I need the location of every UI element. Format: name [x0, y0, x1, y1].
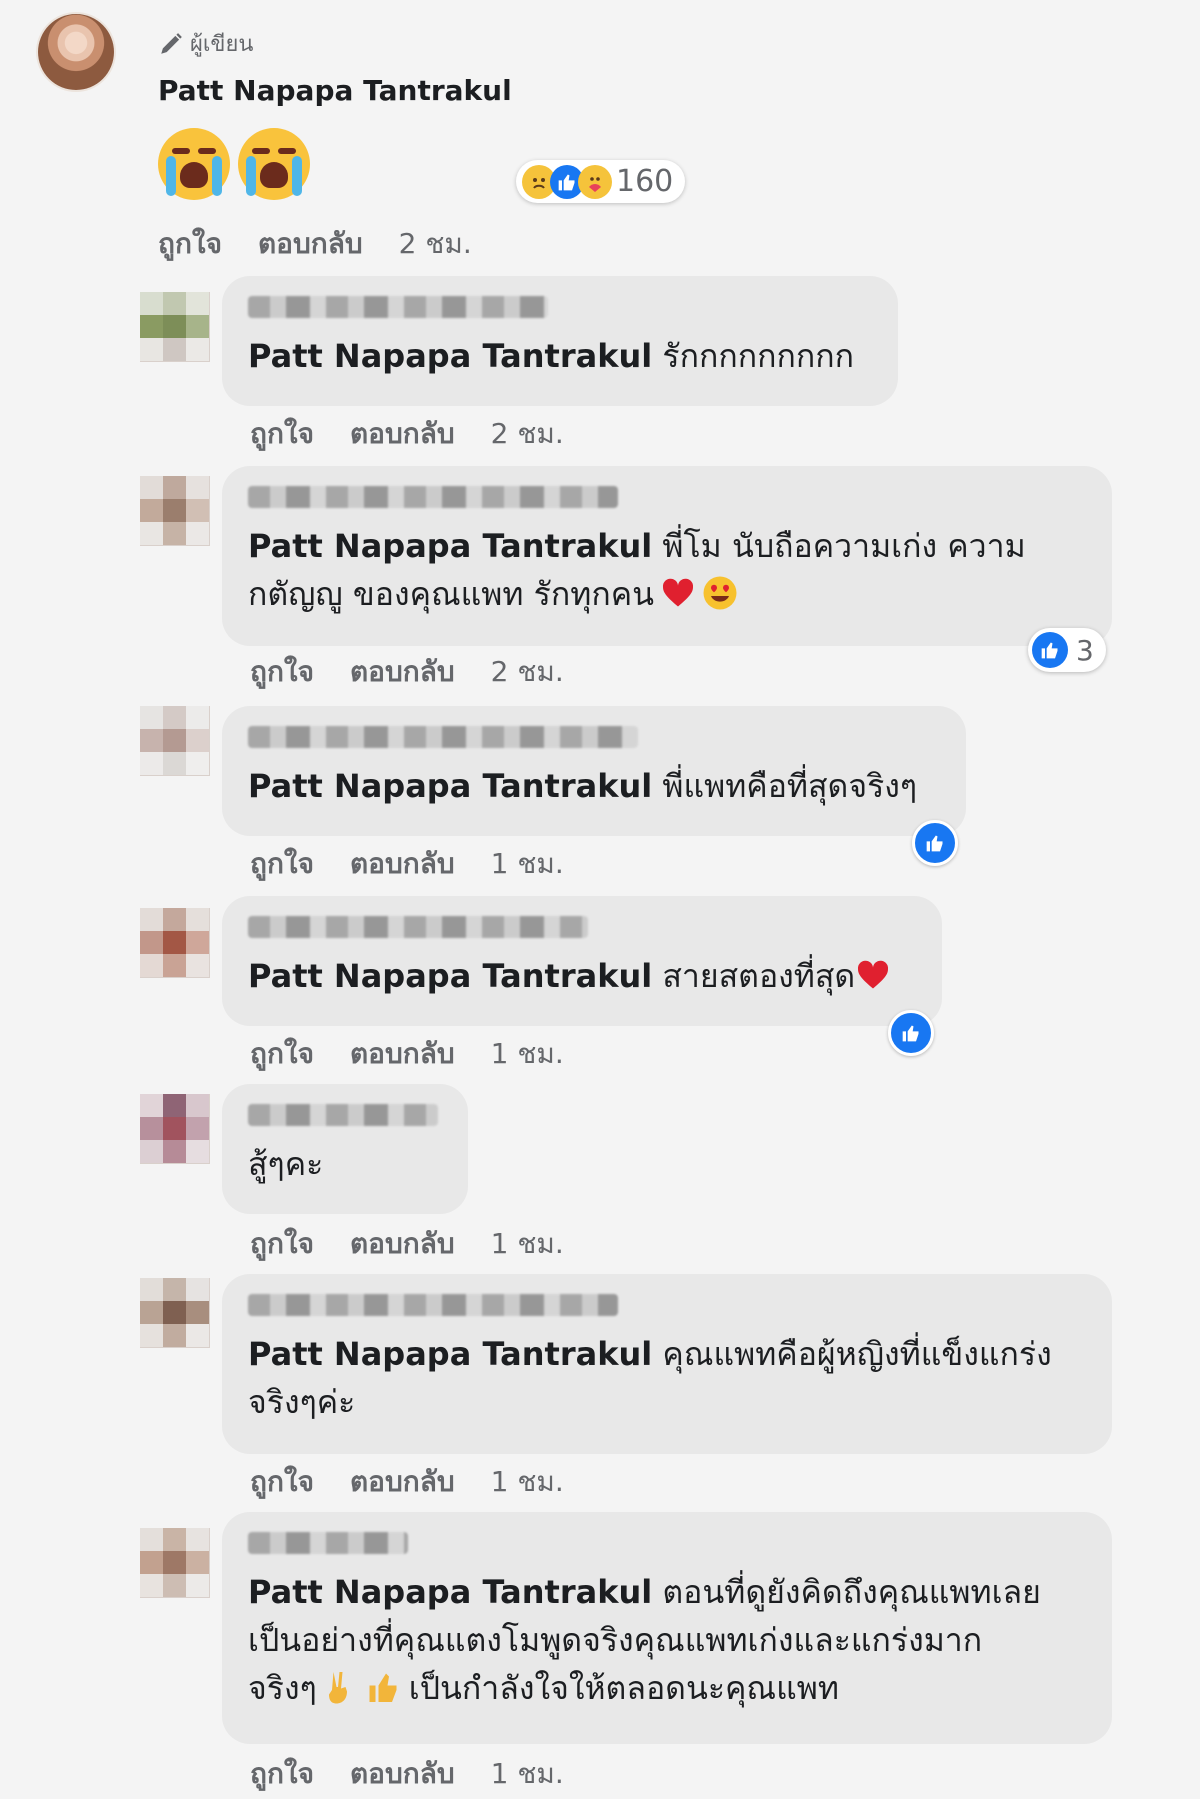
mention-tag[interactable]: Patt Napapa Tantrakul	[248, 767, 652, 805]
commenter-name-blurred[interactable]	[248, 726, 638, 748]
comment-sticker	[158, 128, 310, 200]
commenter-avatar[interactable]	[140, 908, 210, 978]
comment-bubble: Patt Napapa Tantrakul สายสตองที่สุด	[222, 896, 942, 1026]
timestamp: 1 ชม.	[490, 1227, 564, 1260]
reply-link[interactable]: ตอบกลับ	[350, 650, 455, 694]
reply-link[interactable]: ตอบกลับ	[350, 842, 455, 886]
thumbs-up-emoji-icon	[369, 1673, 397, 1702]
red-heart-icon	[858, 960, 889, 989]
mention-tag[interactable]: Patt Napapa Tantrakul	[248, 527, 652, 565]
comment-bubble: Patt Napapa Tantrakul รักกกกกกกกก	[222, 276, 898, 406]
comment-text: Patt Napapa Tantrakul สายสตองที่สุด	[248, 952, 916, 1000]
mention-tag[interactable]: Patt Napapa Tantrakul	[248, 1573, 652, 1611]
commenter-avatar[interactable]	[140, 1278, 210, 1348]
commenter-avatar[interactable]	[140, 476, 210, 546]
heart-eyes-emoji-icon	[703, 576, 737, 610]
comment-actions: ถูกใจ ตอบกลับ 1 ชม.	[250, 1752, 564, 1796]
commenter-name-blurred[interactable]	[248, 1532, 408, 1554]
comment-text: สู้ๆคะ	[248, 1145, 324, 1183]
care-reaction-icon	[578, 164, 612, 199]
like-reaction-icon	[1032, 632, 1068, 668]
loudly-crying-face-icon	[238, 128, 310, 200]
like-link[interactable]: ถูกใจ	[250, 1032, 314, 1076]
comment-text: Patt Napapa Tantrakul ตอนที่ดูยังคิดถึงค…	[248, 1573, 1041, 1707]
reply-link[interactable]: ตอบกลับ	[350, 1752, 455, 1796]
like-reaction-icon[interactable]	[912, 820, 958, 866]
reply-link[interactable]: ตอบกลับ	[258, 222, 363, 266]
comment-actions: ถูกใจ ตอบกลับ 1 ชม.	[250, 1032, 564, 1076]
timestamp: 2 ชม.	[398, 227, 472, 260]
pencil-icon	[158, 31, 184, 57]
commenter-name-blurred[interactable]	[248, 1104, 438, 1126]
comment-text: Patt Napapa Tantrakul คุณแพทคือผู้หญิงที…	[248, 1335, 1052, 1421]
reaction-count: 160	[616, 164, 674, 199]
like-link[interactable]: ถูกใจ	[250, 842, 314, 886]
timestamp: 1 ชม.	[490, 1465, 564, 1498]
author-avatar[interactable]	[38, 14, 114, 90]
reaction-summary[interactable]: 160	[516, 160, 686, 203]
comment-text: Patt Napapa Tantrakul รักกกกกกกกก	[248, 337, 854, 375]
commenter-avatar[interactable]	[140, 706, 210, 776]
like-link[interactable]: ถูกใจ	[250, 1222, 314, 1266]
timestamp: 1 ชม.	[490, 847, 564, 880]
commenter-avatar[interactable]	[140, 1094, 210, 1164]
timestamp: 1 ชม.	[490, 1037, 564, 1070]
loudly-crying-face-icon	[158, 128, 230, 200]
commenter-name-blurred[interactable]	[248, 1294, 618, 1316]
commenter-avatar[interactable]	[140, 292, 210, 362]
comment-reaction-count[interactable]: 3	[1028, 628, 1106, 672]
comment-bubble: Patt Napapa Tantrakul พี่แพทคือที่สุดจริ…	[222, 706, 966, 836]
commenter-avatar[interactable]	[140, 1528, 210, 1598]
red-heart-icon	[662, 578, 694, 607]
commenter-name-blurred[interactable]	[248, 486, 618, 508]
like-reaction-icon[interactable]	[888, 1010, 934, 1056]
like-link[interactable]: ถูกใจ	[250, 1460, 314, 1504]
comment-text: Patt Napapa Tantrakul พี่โม นับถือความเก…	[248, 527, 1026, 613]
comment-actions: ถูกใจ ตอบกลับ 1 ชม.	[250, 1460, 564, 1504]
like-link[interactable]: ถูกใจ	[250, 650, 314, 694]
mention-tag[interactable]: Patt Napapa Tantrakul	[248, 1335, 652, 1373]
comment-bubble: Patt Napapa Tantrakul คุณแพทคือผู้หญิงที…	[222, 1274, 1112, 1454]
comment-actions: ถูกใจ ตอบกลับ 1 ชม.	[250, 842, 564, 886]
reply-link[interactable]: ตอบกลับ	[350, 1460, 455, 1504]
like-link[interactable]: ถูกใจ	[158, 222, 222, 266]
commenter-name-blurred[interactable]	[248, 916, 588, 938]
like-link[interactable]: ถูกใจ	[250, 1752, 314, 1796]
comment-bubble: สู้ๆคะ	[222, 1084, 468, 1214]
timestamp: 2 ชม.	[490, 417, 564, 450]
post-actions: ถูกใจ ตอบกลับ 2 ชม.	[158, 222, 472, 266]
timestamp: 2 ชม.	[490, 655, 564, 688]
author-label: ผู้เขียน	[190, 32, 254, 57]
mention-tag[interactable]: Patt Napapa Tantrakul	[248, 957, 652, 995]
mention-tag[interactable]: Patt Napapa Tantrakul	[248, 337, 652, 375]
post-author-name[interactable]: Patt Napapa Tantrakul	[158, 74, 512, 107]
comment-bubble: Patt Napapa Tantrakul ตอนที่ดูยังคิดถึงค…	[222, 1512, 1112, 1744]
victory-hand-icon	[328, 1672, 347, 1704]
comment-bubble: Patt Napapa Tantrakul พี่โม นับถือความเก…	[222, 466, 1112, 646]
comment-actions: ถูกใจ ตอบกลับ 2 ชม.	[250, 650, 564, 694]
reply-link[interactable]: ตอบกลับ	[350, 1222, 455, 1266]
commenter-name-blurred[interactable]	[248, 296, 548, 318]
comment-text: Patt Napapa Tantrakul พี่แพทคือที่สุดจริ…	[248, 767, 918, 805]
reply-link[interactable]: ตอบกลับ	[350, 1032, 455, 1076]
author-badge: ผู้เขียน	[158, 26, 253, 61]
comment-actions: ถูกใจ ตอบกลับ 1 ชม.	[250, 1222, 564, 1266]
timestamp: 1 ชม.	[490, 1757, 564, 1790]
like-link[interactable]: ถูกใจ	[250, 412, 314, 456]
reply-link[interactable]: ตอบกลับ	[350, 412, 455, 456]
comment-actions: ถูกใจ ตอบกลับ 2 ชม.	[250, 412, 564, 456]
